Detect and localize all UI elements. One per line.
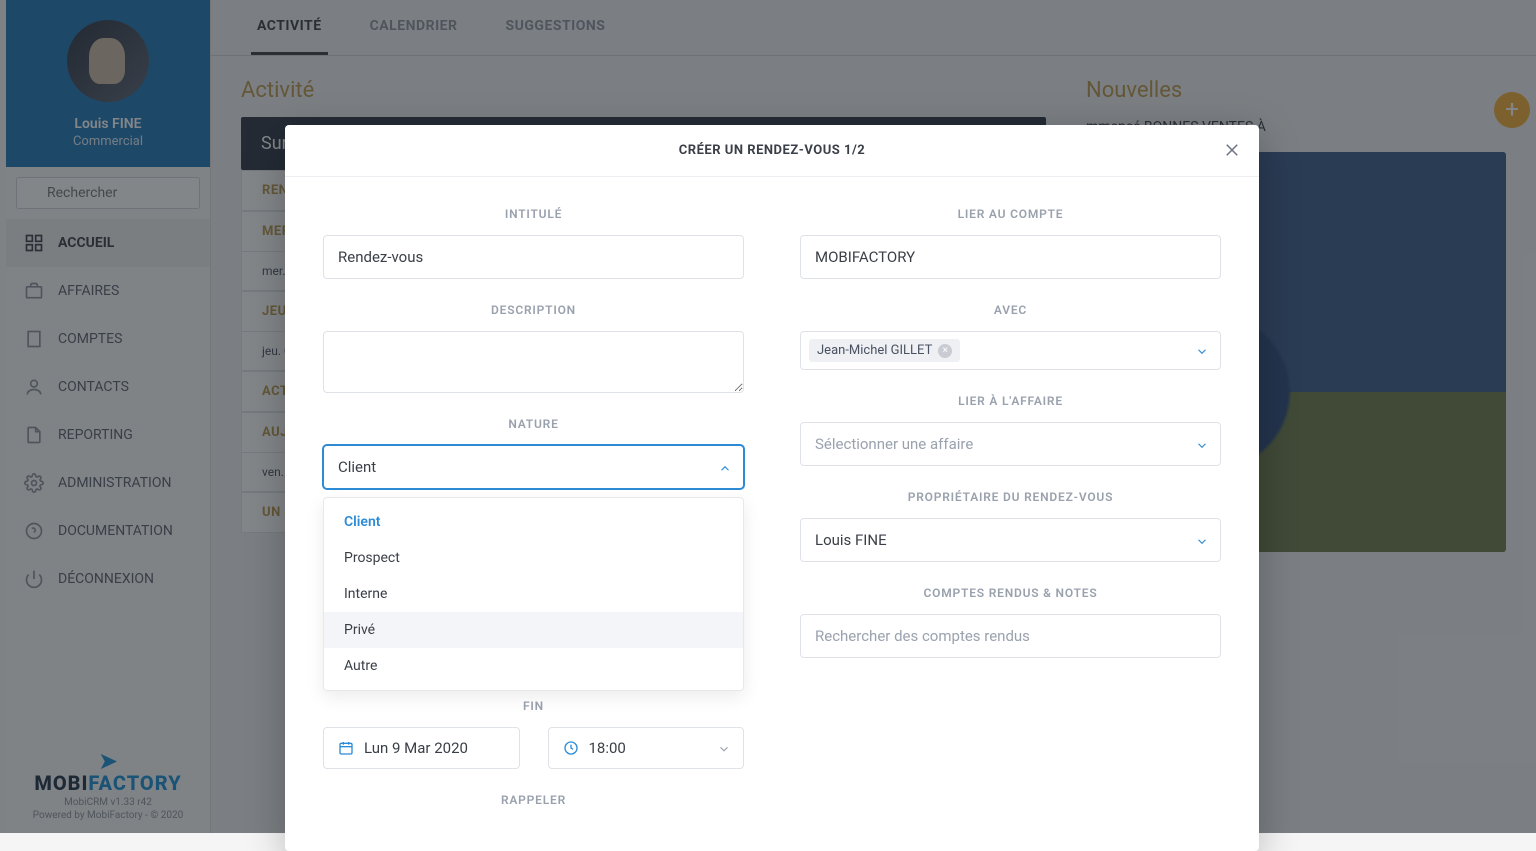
label-rappeler: RAPPELER xyxy=(323,793,744,807)
comptes-rendus-input[interactable] xyxy=(800,614,1221,658)
nature-select[interactable]: Client Client Prospect Interne Privé Aut… xyxy=(323,445,744,489)
nature-option-prospect[interactable]: Prospect xyxy=(324,540,743,576)
nature-option-prive[interactable]: Privé xyxy=(324,612,743,648)
avec-chip-label: Jean-Michel GILLET xyxy=(817,343,932,358)
description-textarea[interactable] xyxy=(323,331,744,393)
close-icon xyxy=(1223,141,1241,159)
clock-icon xyxy=(563,740,579,756)
proprietaire-select[interactable]: Louis FINE xyxy=(800,518,1221,562)
label-proprietaire: PROPRIÉTAIRE DU RENDEZ-VOUS xyxy=(800,490,1221,504)
modal-create-rdv: CRÉER UN RENDEZ-VOUS 1/2 INTITULÉ DESCRI… xyxy=(285,125,1259,851)
modal-title: CRÉER UN RENDEZ-VOUS 1/2 xyxy=(303,143,1241,158)
modal-header: CRÉER UN RENDEZ-VOUS 1/2 xyxy=(285,125,1259,177)
label-lier-affaire: LIER À L'AFFAIRE xyxy=(800,394,1221,408)
chevron-up-icon xyxy=(718,458,732,477)
calendar-icon xyxy=(338,740,354,756)
label-intitule: INTITULÉ xyxy=(323,207,744,221)
chevron-down-icon xyxy=(1195,435,1209,454)
chevron-down-icon xyxy=(1195,531,1209,550)
label-fin: FIN xyxy=(323,699,744,713)
fin-date-value: Lun 9 Mar 2020 xyxy=(364,739,468,757)
label-comptes-rendus: COMPTES RENDUS & NOTES xyxy=(800,586,1221,600)
fin-time-input[interactable]: 18:00 xyxy=(548,727,745,769)
label-description: DESCRIPTION xyxy=(323,303,744,317)
label-avec: AVEC xyxy=(800,303,1221,317)
label-nature: NATURE xyxy=(323,417,744,431)
nature-dropdown: Client Prospect Interne Privé Autre xyxy=(323,497,744,691)
nature-selected-value: Client xyxy=(323,445,744,489)
lier-compte-input[interactable] xyxy=(800,235,1221,279)
chevron-down-icon xyxy=(717,739,731,757)
fin-date-input[interactable]: Lun 9 Mar 2020 xyxy=(323,727,520,769)
close-button[interactable] xyxy=(1221,139,1243,161)
intitule-input[interactable] xyxy=(323,235,744,279)
nature-option-client[interactable]: Client xyxy=(324,504,743,540)
nature-option-interne[interactable]: Interne xyxy=(324,576,743,612)
nature-option-autre[interactable]: Autre xyxy=(324,648,743,684)
avec-select[interactable]: Jean-Michel GILLET × xyxy=(800,331,1221,370)
lier-affaire-input[interactable] xyxy=(800,422,1221,466)
label-lier-compte: LIER AU COMPTE xyxy=(800,207,1221,221)
avec-chip: Jean-Michel GILLET × xyxy=(809,339,960,362)
lier-affaire-select[interactable] xyxy=(800,422,1221,466)
chevron-down-icon xyxy=(1195,341,1209,360)
proprietaire-value: Louis FINE xyxy=(800,518,1221,562)
chip-remove-button[interactable]: × xyxy=(938,344,952,358)
fin-time-value: 18:00 xyxy=(589,739,626,757)
